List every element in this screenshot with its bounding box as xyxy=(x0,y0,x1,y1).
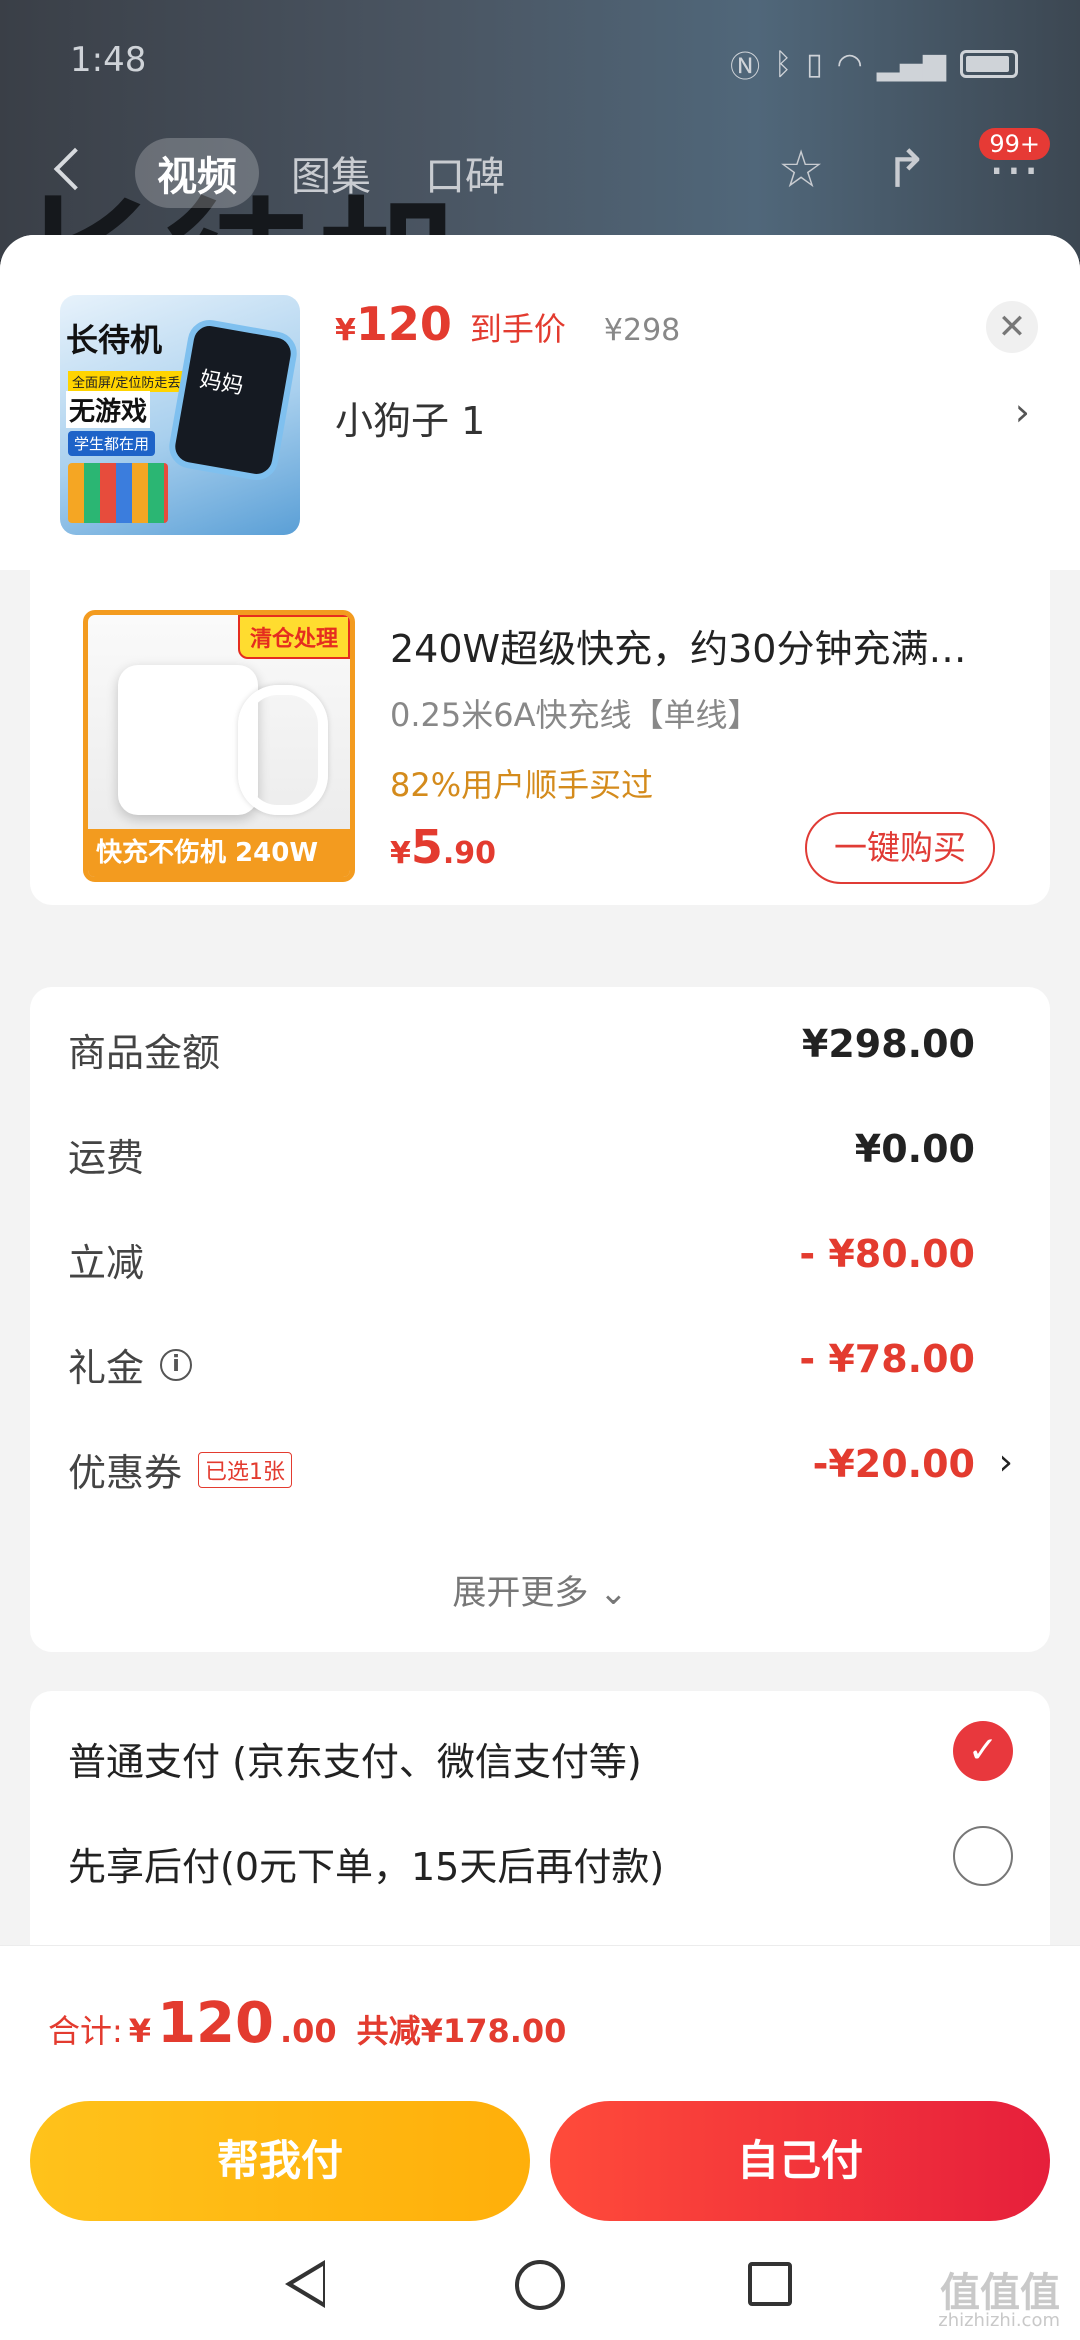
addon-price-currency: ¥ xyxy=(390,836,411,871)
bluetooth-icon: ᛒ xyxy=(774,46,793,82)
system-home-icon[interactable] xyxy=(515,2260,565,2310)
chevron-right-icon[interactable]: › xyxy=(1015,390,1030,434)
ask-friend-pay-button[interactable]: 帮我付 xyxy=(30,2101,530,2221)
summary-row-instant-discount: 立减 - ¥80.00 xyxy=(68,1232,1013,1292)
back-arrow-icon[interactable] xyxy=(53,147,97,191)
watermark-url: zhizhizhi.com xyxy=(938,2310,1060,2331)
summary-value: ¥298.00 xyxy=(801,1022,975,1066)
summary-row-goods-amount: 商品金额 ¥298.00 xyxy=(68,1022,1013,1082)
summary-row-shipping: 运费 ¥0.00 xyxy=(68,1127,1013,1187)
addon-price: ¥5.90 xyxy=(390,820,496,874)
tab-video[interactable]: 视频 xyxy=(135,138,259,208)
chevron-right-icon[interactable]: › xyxy=(999,1442,1013,1483)
sheet-header: 长待机 全面屏/定位防走丢 无游戏 学生都在用 妈妈 ¥120 到手价 ¥298… xyxy=(0,235,1080,570)
radio-unchecked-icon[interactable] xyxy=(953,1826,1013,1886)
app-icons-graphic xyxy=(68,463,168,523)
checkout-sheet: 长待机 全面屏/定位防走丢 无游戏 学生都在用 妈妈 ¥120 到手价 ¥298… xyxy=(0,235,1080,2340)
total-decimal: .00 xyxy=(279,2012,337,2050)
addon-title[interactable]: 240W超级快充，约30分钟充满… xyxy=(390,618,1010,673)
summary-label: 优惠券 xyxy=(68,1451,183,1495)
final-price-currency: ¥ xyxy=(335,313,356,348)
addon-price-decimal: .90 xyxy=(442,836,497,871)
thumb-students-tag: 学生都在用 xyxy=(68,431,156,456)
system-recents-icon[interactable] xyxy=(748,2262,792,2306)
summary-value: ¥0.00 xyxy=(854,1127,975,1171)
expand-more-button[interactable]: 展开更多 ⌄ xyxy=(30,1565,1050,1614)
system-back-icon[interactable] xyxy=(285,2260,325,2308)
summary-row-coupon[interactable]: 优惠券 已选1张 -¥20.00 › xyxy=(68,1442,1013,1502)
product-thumbnail[interactable]: 长待机 全面屏/定位防走丢 无游戏 学生都在用 妈妈 xyxy=(60,295,300,535)
battery-icon xyxy=(960,50,1018,78)
close-button[interactable]: ✕ xyxy=(986,301,1038,353)
payment-option-pay-later[interactable]: 先享后付(0元下单，15天后再付款) xyxy=(68,1826,1013,1896)
pay-myself-button[interactable]: 自己付 xyxy=(550,2101,1050,2221)
payment-option-label: 普通支付 (京东支付、微信支付等) xyxy=(68,1740,642,1784)
summary-label-wrap: 优惠券 已选1张 xyxy=(68,1442,293,1497)
summary-label: 立减 xyxy=(68,1241,145,1285)
vibrate-icon: ▯ xyxy=(806,46,823,82)
price-summary-card: 商品金额 ¥298.00 运费 ¥0.00 立减 - ¥80.00 礼金 i -… xyxy=(30,987,1050,1652)
final-price: ¥120 xyxy=(335,297,452,351)
order-total: 合计: ¥ 120 .00 共减¥178.00 xyxy=(48,1991,566,2056)
payment-option-standard[interactable]: 普通支付 (京东支付、微信支付等) ✓ xyxy=(68,1721,1013,1791)
addon-image-caption: 快充不伤机 240W 超级快充 xyxy=(88,829,350,877)
coupon-selected-badge: 已选1张 xyxy=(198,1451,293,1488)
wifi-icon: ◠ xyxy=(836,46,863,82)
summary-label: 商品金额 xyxy=(68,1031,221,1075)
share-icon[interactable]: ↱ xyxy=(884,140,928,200)
nfc-icon: Ⓝ xyxy=(730,50,761,85)
status-icons: Ⓝ ᛒ ▯ ◠ ▂▄▆ xyxy=(730,42,1018,86)
total-currency: ¥ xyxy=(128,2012,152,2050)
clearance-tag: 清仓处理 xyxy=(237,615,350,659)
tab-reviews[interactable]: 口碑 xyxy=(403,138,527,208)
summary-value: - ¥80.00 xyxy=(799,1232,975,1276)
status-time: 1:48 xyxy=(70,40,147,80)
summary-label: 礼金 xyxy=(68,1346,145,1390)
info-icon[interactable]: i xyxy=(160,1348,193,1381)
message-badge: 99+ xyxy=(979,128,1050,160)
checked-circle-icon[interactable]: ✓ xyxy=(953,1721,1013,1781)
thumb-headline: 长待机 xyxy=(66,321,163,359)
watch-image xyxy=(165,316,300,484)
total-integer: 120 xyxy=(157,1991,274,2056)
total-label: 合计: xyxy=(48,2012,123,2050)
payment-option-label: 先享后付(0元下单，15天后再付款) xyxy=(68,1845,665,1889)
system-navigation-bar xyxy=(0,2240,1080,2340)
charger-graphic xyxy=(118,665,258,815)
addon-spec: 0.25米6A快充线【单线】 xyxy=(390,696,760,734)
final-price-label: 到手价 xyxy=(469,310,566,348)
one-click-buy-button[interactable]: 一键购买 xyxy=(805,812,995,884)
thumb-feature-tag: 全面屏/定位防走丢 xyxy=(68,371,185,392)
selected-variant[interactable]: 小狗子 1 xyxy=(335,390,485,445)
addon-recommendation-card: 清仓处理 快充不伤机 240W 超级快充 240W超级快充，约30分钟充满… 0… xyxy=(30,570,1050,905)
product-top-nav: 视频 图集 口碑 ☆ ↱ ⋯ 99+ xyxy=(0,128,1080,220)
summary-row-gift-money: 礼金 i - ¥78.00 xyxy=(68,1337,1013,1397)
price-row: ¥120 到手价 ¥298 xyxy=(335,297,680,351)
thumb-no-games: 无游戏 xyxy=(66,391,151,428)
total-savings: 共减¥178.00 xyxy=(356,2012,567,2050)
final-price-value: 120 xyxy=(355,297,452,351)
summary-label-wrap: 礼金 i xyxy=(68,1337,193,1392)
cable-graphic xyxy=(238,685,328,815)
summary-value: -¥20.00 xyxy=(812,1442,975,1486)
tab-gallery[interactable]: 图集 xyxy=(269,138,393,208)
original-price: ¥298 xyxy=(603,313,681,348)
status-bar: 1:48 Ⓝ ᛒ ▯ ◠ ▂▄▆ xyxy=(0,0,1080,120)
signal-icon: ▂▄▆ xyxy=(876,46,946,82)
summary-label: 运费 xyxy=(68,1136,145,1180)
summary-value: - ¥78.00 xyxy=(799,1337,975,1381)
favorite-star-icon[interactable]: ☆ xyxy=(778,140,825,200)
addon-price-int: 5 xyxy=(410,820,443,874)
addon-product-image[interactable]: 清仓处理 快充不伤机 240W 超级快充 xyxy=(83,610,355,882)
addon-bought-rate: 82%用户顺手买过 xyxy=(390,766,654,804)
product-media-tabs: 视频 图集 口碑 xyxy=(135,138,527,208)
